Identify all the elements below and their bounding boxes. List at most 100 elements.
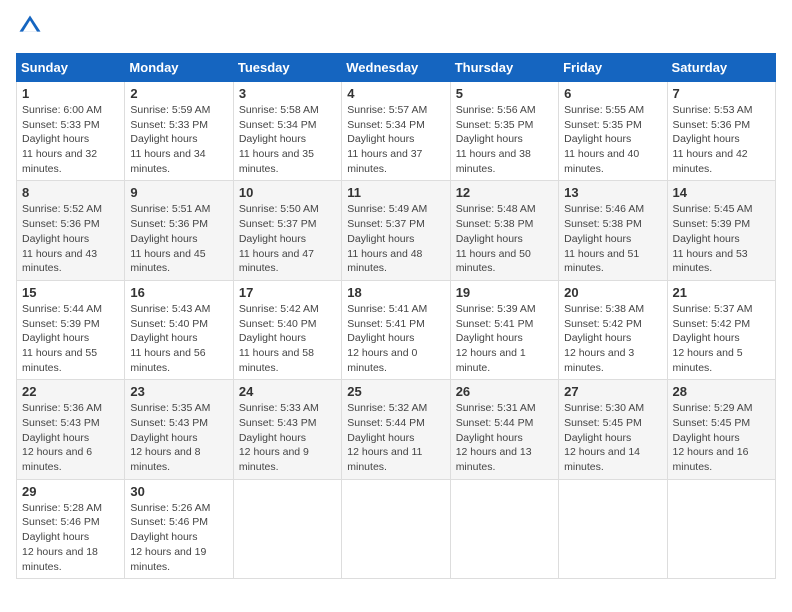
day-info: Sunrise: 5:59 AMSunset: 5:33 PMDaylight … xyxy=(130,103,227,176)
day-info: Sunrise: 5:33 AMSunset: 5:43 PMDaylight … xyxy=(239,401,336,474)
weekday-header-wednesday: Wednesday xyxy=(342,54,450,82)
day-info: Sunrise: 5:53 AMSunset: 5:36 PMDaylight … xyxy=(673,103,770,176)
calendar-cell: 17 Sunrise: 5:42 AMSunset: 5:40 PMDayligh… xyxy=(233,280,341,379)
day-number: 6 xyxy=(564,86,661,101)
calendar-cell: 21 Sunrise: 5:37 AMSunset: 5:42 PMDayligh… xyxy=(667,280,775,379)
day-number: 4 xyxy=(347,86,444,101)
calendar-cell: 9 Sunrise: 5:51 AMSunset: 5:36 PMDaylight… xyxy=(125,181,233,280)
day-number: 25 xyxy=(347,384,444,399)
day-info: Sunrise: 5:32 AMSunset: 5:44 PMDaylight … xyxy=(347,401,444,474)
day-number: 27 xyxy=(564,384,661,399)
day-info: Sunrise: 5:28 AMSunset: 5:46 PMDaylight … xyxy=(22,501,119,574)
day-info: Sunrise: 5:38 AMSunset: 5:42 PMDaylight … xyxy=(564,302,661,375)
calendar-cell: 30Sunrise: 5:26 AMSunset: 5:46 PMDayligh… xyxy=(125,479,233,578)
day-info: Sunrise: 5:50 AMSunset: 5:37 PMDaylight … xyxy=(239,202,336,275)
day-info: Sunrise: 5:36 AMSunset: 5:43 PMDaylight … xyxy=(22,401,119,474)
day-number: 28 xyxy=(673,384,770,399)
calendar-cell: 8 Sunrise: 5:52 AMSunset: 5:36 PMDaylight… xyxy=(17,181,125,280)
calendar-week-row: 8 Sunrise: 5:52 AMSunset: 5:36 PMDaylight… xyxy=(17,181,776,280)
calendar-cell: 14 Sunrise: 5:45 AMSunset: 5:39 PMDayligh… xyxy=(667,181,775,280)
calendar-cell: 19 Sunrise: 5:39 AMSunset: 5:41 PMDayligh… xyxy=(450,280,558,379)
day-number: 14 xyxy=(673,185,770,200)
calendar-cell: 29 Sunrise: 5:28 AMSunset: 5:46 PMDayligh… xyxy=(17,479,125,578)
calendar-cell: 27Sunrise: 5:30 AMSunset: 5:45 PMDayligh… xyxy=(559,380,667,479)
page-header xyxy=(16,16,776,45)
calendar-header-row: SundayMondayTuesdayWednesdayThursdayFrid… xyxy=(17,54,776,82)
day-number: 26 xyxy=(456,384,553,399)
day-info: Sunrise: 5:31 AMSunset: 5:44 PMDaylight … xyxy=(456,401,553,474)
day-info: Sunrise: 5:56 AMSunset: 5:35 PMDaylight … xyxy=(456,103,553,176)
day-info: Sunrise: 5:44 AMSunset: 5:39 PMDaylight … xyxy=(22,302,119,375)
calendar-cell: 12 Sunrise: 5:48 AMSunset: 5:38 PMDayligh… xyxy=(450,181,558,280)
calendar-cell xyxy=(559,479,667,578)
calendar-cell: 24 Sunrise: 5:33 AMSunset: 5:43 PMDayligh… xyxy=(233,380,341,479)
calendar-cell: 10 Sunrise: 5:50 AMSunset: 5:37 PMDayligh… xyxy=(233,181,341,280)
day-number: 29 xyxy=(22,484,119,499)
calendar-cell xyxy=(450,479,558,578)
day-number: 9 xyxy=(130,185,227,200)
day-number: 12 xyxy=(456,185,553,200)
day-info: Sunrise: 5:49 AMSunset: 5:37 PMDaylight … xyxy=(347,202,444,275)
calendar-cell: 2 Sunrise: 5:59 AMSunset: 5:33 PMDaylight… xyxy=(125,82,233,181)
weekday-header-monday: Monday xyxy=(125,54,233,82)
weekday-header-sunday: Sunday xyxy=(17,54,125,82)
calendar-cell: 4Sunrise: 5:57 AMSunset: 5:34 PMDaylight… xyxy=(342,82,450,181)
day-number: 20 xyxy=(564,285,661,300)
day-number: 5 xyxy=(456,86,553,101)
day-info: Sunrise: 5:46 AMSunset: 5:38 PMDaylight … xyxy=(564,202,661,275)
calendar-cell: 22 Sunrise: 5:36 AMSunset: 5:43 PMDayligh… xyxy=(17,380,125,479)
day-info: Sunrise: 5:51 AMSunset: 5:36 PMDaylight … xyxy=(130,202,227,275)
calendar-week-row: 1Sunrise: 6:00 AMSunset: 5:33 PMDaylight… xyxy=(17,82,776,181)
day-info: Sunrise: 5:29 AMSunset: 5:45 PMDaylight … xyxy=(673,401,770,474)
calendar-cell: 18 Sunrise: 5:41 AMSunset: 5:41 PMDayligh… xyxy=(342,280,450,379)
weekday-header-saturday: Saturday xyxy=(667,54,775,82)
calendar-cell: 15 Sunrise: 5:44 AMSunset: 5:39 PMDayligh… xyxy=(17,280,125,379)
day-info: Sunrise: 5:35 AMSunset: 5:43 PMDaylight … xyxy=(130,401,227,474)
calendar-cell: 20 Sunrise: 5:38 AMSunset: 5:42 PMDayligh… xyxy=(559,280,667,379)
day-number: 16 xyxy=(130,285,227,300)
calendar-cell xyxy=(233,479,341,578)
day-number: 15 xyxy=(22,285,119,300)
calendar-cell: 3 Sunrise: 5:58 AMSunset: 5:34 PMDaylight… xyxy=(233,82,341,181)
weekday-header-thursday: Thursday xyxy=(450,54,558,82)
calendar-cell: 11Sunrise: 5:49 AMSunset: 5:37 PMDayligh… xyxy=(342,181,450,280)
calendar-week-row: 15 Sunrise: 5:44 AMSunset: 5:39 PMDayligh… xyxy=(17,280,776,379)
calendar-week-row: 22 Sunrise: 5:36 AMSunset: 5:43 PMDayligh… xyxy=(17,380,776,479)
day-number: 18 xyxy=(347,285,444,300)
calendar-cell: 25 Sunrise: 5:32 AMSunset: 5:44 PMDayligh… xyxy=(342,380,450,479)
day-info: Sunrise: 5:42 AMSunset: 5:40 PMDaylight … xyxy=(239,302,336,375)
day-info: Sunrise: 6:00 AMSunset: 5:33 PMDaylight … xyxy=(22,103,119,176)
day-info: Sunrise: 5:37 AMSunset: 5:42 PMDaylight … xyxy=(673,302,770,375)
day-info: Sunrise: 5:41 AMSunset: 5:41 PMDaylight … xyxy=(347,302,444,375)
calendar-cell: 7 Sunrise: 5:53 AMSunset: 5:36 PMDaylight… xyxy=(667,82,775,181)
day-number: 19 xyxy=(456,285,553,300)
day-number: 23 xyxy=(130,384,227,399)
day-number: 24 xyxy=(239,384,336,399)
weekday-header-friday: Friday xyxy=(559,54,667,82)
calendar-cell: 13 Sunrise: 5:46 AMSunset: 5:38 PMDayligh… xyxy=(559,181,667,280)
day-number: 8 xyxy=(22,185,119,200)
day-number: 7 xyxy=(673,86,770,101)
day-number: 30 xyxy=(130,484,227,499)
day-number: 17 xyxy=(239,285,336,300)
calendar-cell: 26 Sunrise: 5:31 AMSunset: 5:44 PMDayligh… xyxy=(450,380,558,479)
day-info: Sunrise: 5:52 AMSunset: 5:36 PMDaylight … xyxy=(22,202,119,275)
calendar-cell: 23 Sunrise: 5:35 AMSunset: 5:43 PMDayligh… xyxy=(125,380,233,479)
day-number: 2 xyxy=(130,86,227,101)
day-number: 10 xyxy=(239,185,336,200)
day-number: 13 xyxy=(564,185,661,200)
day-number: 22 xyxy=(22,384,119,399)
day-info: Sunrise: 5:48 AMSunset: 5:38 PMDaylight … xyxy=(456,202,553,275)
weekday-header-tuesday: Tuesday xyxy=(233,54,341,82)
calendar-cell xyxy=(667,479,775,578)
calendar-week-row: 29 Sunrise: 5:28 AMSunset: 5:46 PMDayligh… xyxy=(17,479,776,578)
calendar-cell xyxy=(342,479,450,578)
day-number: 21 xyxy=(673,285,770,300)
day-info: Sunrise: 5:39 AMSunset: 5:41 PMDaylight … xyxy=(456,302,553,375)
day-info: Sunrise: 5:58 AMSunset: 5:34 PMDaylight … xyxy=(239,103,336,176)
logo xyxy=(16,16,46,45)
day-info: Sunrise: 5:43 AMSunset: 5:40 PMDaylight … xyxy=(130,302,227,375)
day-number: 3 xyxy=(239,86,336,101)
day-info: Sunrise: 5:45 AMSunset: 5:39 PMDaylight … xyxy=(673,202,770,275)
calendar-table: SundayMondayTuesdayWednesdayThursdayFrid… xyxy=(16,53,776,579)
